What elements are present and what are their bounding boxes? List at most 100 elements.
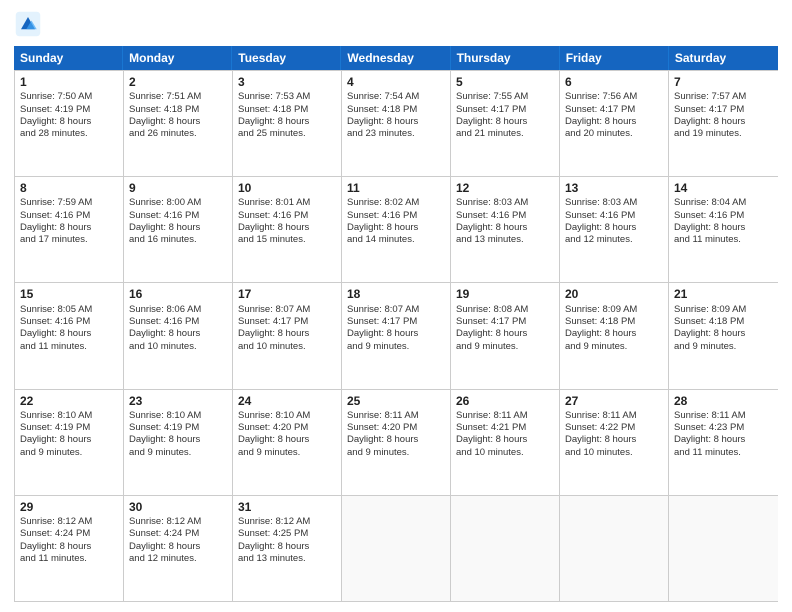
calendar-cell: 2Sunrise: 7:51 AM Sunset: 4:18 PM Daylig… (124, 71, 233, 176)
calendar-header-cell: Tuesday (232, 46, 341, 70)
cell-info: Sunrise: 8:12 AM Sunset: 4:24 PM Dayligh… (129, 516, 227, 565)
calendar-cell: 9Sunrise: 8:00 AM Sunset: 4:16 PM Daylig… (124, 177, 233, 282)
calendar-cell: 15 Sunrise: 8:05 AM Sunset: 4:16 PM Dayli… (15, 283, 124, 388)
calendar-cell: 19 Sunrise: 8:08 AM Sunset: 4:17 PM Dayli… (451, 283, 560, 388)
day-number: 3 (238, 74, 336, 90)
calendar-cell: 14Sunrise: 8:04 AM Sunset: 4:16 PM Dayli… (669, 177, 778, 282)
cell-info: Sunrise: 8:09 AM Sunset: 4:18 PM Dayligh… (674, 304, 773, 353)
day-number: 30 (129, 499, 227, 515)
calendar-cell: 11Sunrise: 8:02 AM Sunset: 4:16 PM Dayli… (342, 177, 451, 282)
calendar-week: 22 Sunrise: 8:10 AM Sunset: 4:19 PM Dayli… (15, 389, 778, 495)
cell-info: Sunrise: 8:11 AM Sunset: 4:23 PM Dayligh… (674, 410, 773, 459)
calendar-cell: 22Sunrise: 8:10 AM Sunset: 4:19 PM Dayli… (15, 390, 124, 495)
day-number: 31 (238, 499, 336, 515)
cell-info: Sunrise: 8:11 AM Sunset: 4:22 PM Dayligh… (565, 410, 663, 459)
day-number: 6 (565, 74, 663, 90)
logo-icon (14, 10, 42, 38)
cell-info: Sunrise: 8:11 AM Sunset: 4:21 PM Dayligh… (456, 410, 554, 459)
calendar-cell: 10Sunrise: 8:01 AM Sunset: 4:16 PM Dayli… (233, 177, 342, 282)
calendar-cell: 29Sunrise: 8:12 AM Sunset: 4:24 PM Dayli… (15, 496, 124, 601)
cell-info: Sunrise: 8:01 AM Sunset: 4:16 PM Dayligh… (238, 197, 336, 246)
cell-info: Sunrise: 8:04 AM Sunset: 4:16 PM Dayligh… (674, 197, 773, 246)
cell-info: Sunrise: 7:55 AM Sunset: 4:17 PM Dayligh… (456, 91, 554, 140)
day-number: 26 (456, 393, 554, 409)
day-number: 8 (20, 180, 118, 196)
day-number: 14 (674, 180, 773, 196)
cell-info: Sunrise: 7:53 AM Sunset: 4:18 PM Dayligh… (238, 91, 336, 140)
calendar-cell: 3Sunrise: 7:53 AM Sunset: 4:18 PM Daylig… (233, 71, 342, 176)
calendar-week: 29Sunrise: 8:12 AM Sunset: 4:24 PM Dayli… (15, 495, 778, 601)
day-number: 19 (456, 286, 554, 302)
day-number: 17 (238, 286, 336, 302)
calendar-cell (451, 496, 560, 601)
calendar-week: 8Sunrise: 7:59 AM Sunset: 4:16 PM Daylig… (15, 176, 778, 282)
calendar-cell: 23Sunrise: 8:10 AM Sunset: 4:19 PM Dayli… (124, 390, 233, 495)
calendar-cell: 8Sunrise: 7:59 AM Sunset: 4:16 PM Daylig… (15, 177, 124, 282)
cell-info: Sunrise: 8:11 AM Sunset: 4:20 PM Dayligh… (347, 410, 445, 459)
day-number: 11 (347, 180, 445, 196)
calendar-cell: 17 Sunrise: 8:07 AM Sunset: 4:17 PM Dayli… (233, 283, 342, 388)
calendar-cell: 6Sunrise: 7:56 AM Sunset: 4:17 PM Daylig… (560, 71, 669, 176)
logo (14, 10, 46, 38)
calendar-week: 1Sunrise: 7:50 AM Sunset: 4:19 PM Daylig… (15, 70, 778, 176)
calendar-header-cell: Monday (123, 46, 232, 70)
day-number: 29 (20, 499, 118, 515)
calendar-cell: 16Sunrise: 8:06 AM Sunset: 4:16 PM Dayli… (124, 283, 233, 388)
cell-info: Sunrise: 7:59 AM Sunset: 4:16 PM Dayligh… (20, 197, 118, 246)
header (14, 10, 778, 38)
day-number: 20 (565, 286, 663, 302)
cell-info: Sunrise: 8:02 AM Sunset: 4:16 PM Dayligh… (347, 197, 445, 246)
day-number: 16 (129, 286, 227, 302)
cell-info: Sunrise: 8:08 AM Sunset: 4:17 PM Dayligh… (456, 304, 554, 353)
day-number: 15 (20, 286, 118, 302)
day-number: 22 (20, 393, 118, 409)
day-number: 9 (129, 180, 227, 196)
day-number: 12 (456, 180, 554, 196)
calendar-header-cell: Friday (560, 46, 669, 70)
day-number: 27 (565, 393, 663, 409)
day-number: 24 (238, 393, 336, 409)
calendar-cell: 30Sunrise: 8:12 AM Sunset: 4:24 PM Dayli… (124, 496, 233, 601)
calendar-cell: 12Sunrise: 8:03 AM Sunset: 4:16 PM Dayli… (451, 177, 560, 282)
calendar-header-cell: Wednesday (341, 46, 450, 70)
calendar-cell (669, 496, 778, 601)
day-number: 2 (129, 74, 227, 90)
cell-info: Sunrise: 8:03 AM Sunset: 4:16 PM Dayligh… (456, 197, 554, 246)
calendar-header-row: SundayMondayTuesdayWednesdayThursdayFrid… (14, 46, 778, 70)
day-number: 18 (347, 286, 445, 302)
cell-info: Sunrise: 8:07 AM Sunset: 4:17 PM Dayligh… (347, 304, 445, 353)
calendar-cell: 1Sunrise: 7:50 AM Sunset: 4:19 PM Daylig… (15, 71, 124, 176)
cell-info: Sunrise: 8:05 AM Sunset: 4:16 PM Dayligh… (20, 304, 118, 353)
calendar-cell: 31Sunrise: 8:12 AM Sunset: 4:25 PM Dayli… (233, 496, 342, 601)
day-number: 1 (20, 74, 118, 90)
calendar-header-cell: Sunday (14, 46, 123, 70)
page: SundayMondayTuesdayWednesdayThursdayFrid… (0, 0, 792, 612)
calendar-cell: 18 Sunrise: 8:07 AM Sunset: 4:17 PM Dayli… (342, 283, 451, 388)
day-number: 10 (238, 180, 336, 196)
cell-info: Sunrise: 7:56 AM Sunset: 4:17 PM Dayligh… (565, 91, 663, 140)
calendar-cell: 24Sunrise: 8:10 AM Sunset: 4:20 PM Dayli… (233, 390, 342, 495)
calendar: SundayMondayTuesdayWednesdayThursdayFrid… (14, 46, 778, 602)
day-number: 4 (347, 74, 445, 90)
day-number: 7 (674, 74, 773, 90)
calendar-cell: 20Sunrise: 8:09 AM Sunset: 4:18 PM Dayli… (560, 283, 669, 388)
calendar-cell: 25Sunrise: 8:11 AM Sunset: 4:20 PM Dayli… (342, 390, 451, 495)
day-number: 28 (674, 393, 773, 409)
calendar-cell: 28Sunrise: 8:11 AM Sunset: 4:23 PM Dayli… (669, 390, 778, 495)
cell-info: Sunrise: 7:50 AM Sunset: 4:19 PM Dayligh… (20, 91, 118, 140)
cell-info: Sunrise: 8:12 AM Sunset: 4:24 PM Dayligh… (20, 516, 118, 565)
cell-info: Sunrise: 8:10 AM Sunset: 4:19 PM Dayligh… (129, 410, 227, 459)
calendar-cell: 26Sunrise: 8:11 AM Sunset: 4:21 PM Dayli… (451, 390, 560, 495)
cell-info: Sunrise: 8:03 AM Sunset: 4:16 PM Dayligh… (565, 197, 663, 246)
cell-info: Sunrise: 8:12 AM Sunset: 4:25 PM Dayligh… (238, 516, 336, 565)
calendar-cell: 13Sunrise: 8:03 AM Sunset: 4:16 PM Dayli… (560, 177, 669, 282)
calendar-week: 15 Sunrise: 8:05 AM Sunset: 4:16 PM Dayli… (15, 282, 778, 388)
cell-info: Sunrise: 7:51 AM Sunset: 4:18 PM Dayligh… (129, 91, 227, 140)
cell-info: Sunrise: 7:54 AM Sunset: 4:18 PM Dayligh… (347, 91, 445, 140)
calendar-cell: 7Sunrise: 7:57 AM Sunset: 4:17 PM Daylig… (669, 71, 778, 176)
calendar-cell: 5Sunrise: 7:55 AM Sunset: 4:17 PM Daylig… (451, 71, 560, 176)
day-number: 13 (565, 180, 663, 196)
day-number: 25 (347, 393, 445, 409)
cell-info: Sunrise: 8:07 AM Sunset: 4:17 PM Dayligh… (238, 304, 336, 353)
day-number: 23 (129, 393, 227, 409)
